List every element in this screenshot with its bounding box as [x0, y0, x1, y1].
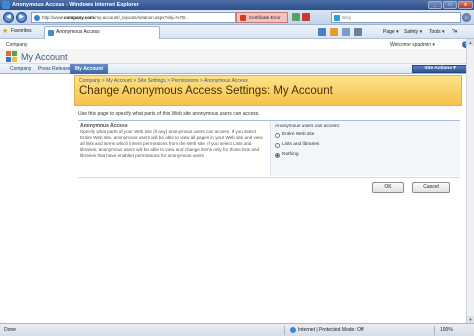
- ie-app-icon: [2, 1, 10, 9]
- site-title[interactable]: My Account: [21, 52, 68, 62]
- browser-tab[interactable]: Anonymous Access: [44, 26, 160, 39]
- window-titlebar: Anonymous Access - Windows Internet Expl…: [0, 0, 474, 10]
- back-button[interactable]: ◀: [3, 12, 14, 23]
- close-button[interactable]: x: [458, 1, 473, 9]
- top-navigation: Company Press Releases My Account Site A…: [0, 64, 474, 74]
- nav-item-press-releases[interactable]: Press Releases: [38, 66, 73, 72]
- tab-page-icon: [48, 30, 54, 36]
- stop-icon[interactable]: [302, 13, 310, 21]
- feeds-icon[interactable]: [330, 28, 338, 36]
- command-bar: ★ Favorites Anonymous Access Page ▾ Safet…: [0, 25, 474, 39]
- global-breadcrumb[interactable]: Company: [6, 42, 27, 48]
- page-description: Use this page to specify what parts of t…: [78, 111, 260, 117]
- radio-nothing[interactable]: [275, 153, 280, 158]
- button-divider: [78, 177, 460, 178]
- breadcrumb[interactable]: Company > My Account > Site Settings > P…: [79, 78, 248, 84]
- bing-icon: [334, 15, 340, 21]
- option-label-entire-web-site[interactable]: Entire Web site: [282, 132, 314, 137]
- option-label-nothing[interactable]: Nothing: [282, 152, 299, 157]
- nav-item-company[interactable]: Company: [10, 66, 31, 72]
- window-title: Anonymous Access - Windows Internet Expl…: [12, 2, 139, 8]
- shield-icon: [240, 15, 246, 21]
- options-panel: Anonymous users can access: Entire Web s…: [270, 121, 460, 176]
- page-title: Change Anonymous Access Settings: My Acc…: [79, 85, 333, 97]
- address-toolbar: ◀ ▶ http://www.company.com/my-account/_l…: [0, 10, 474, 25]
- sharepoint-logo-icon: [6, 51, 18, 62]
- refresh-icon[interactable]: [292, 13, 300, 21]
- favorites-button[interactable]: ★ Favorites: [2, 28, 32, 35]
- welcome-menu[interactable]: Welcome spadmin ▾: [390, 42, 435, 48]
- address-input[interactable]: http://www.company.com/my-account/_layou…: [31, 12, 236, 23]
- section-info: Anonymous Access Specify what parts of y…: [78, 121, 268, 173]
- ok-button[interactable]: OK: [372, 182, 404, 193]
- options-label: Anonymous users can access:: [275, 124, 341, 129]
- forward-button[interactable]: ▶: [16, 12, 27, 23]
- radio-lists-and-libraries[interactable]: [275, 143, 280, 148]
- site-actions-button[interactable]: Site Actions ▾: [412, 65, 468, 73]
- scroll-up-icon[interactable]: ▲: [467, 39, 474, 46]
- search-icon[interactable]: [462, 13, 471, 22]
- help-menu[interactable]: ?▾: [452, 29, 457, 35]
- option-label-lists-and-libraries[interactable]: Lists and libraries: [282, 142, 319, 147]
- safety-menu[interactable]: Safety ▾: [404, 29, 422, 35]
- globe-icon: [290, 327, 296, 333]
- print-icon[interactable]: [354, 28, 362, 36]
- section-description: Specify what parts of your Web site (if …: [80, 129, 263, 158]
- certificate-error-button[interactable]: Certificate Error: [236, 12, 288, 23]
- scroll-down-icon[interactable]: ▼: [467, 316, 474, 323]
- status-bar: Done Internet | Protected Mode: Off 100%: [0, 323, 474, 336]
- home-icon[interactable]: [318, 28, 326, 36]
- zoom-level[interactable]: 100%: [440, 327, 453, 333]
- vertical-scrollbar[interactable]: ▲ ▼: [466, 39, 474, 323]
- mail-icon[interactable]: [342, 28, 350, 36]
- page-menu[interactable]: Page ▾: [383, 29, 399, 35]
- star-icon: ★: [2, 28, 9, 35]
- status-separator: [284, 326, 285, 335]
- site-header: My Account: [0, 49, 474, 64]
- page-icon: [34, 15, 40, 21]
- url-text: http://www.company.com/my-account/_layou…: [42, 15, 189, 20]
- nav-item-my-account[interactable]: My Account: [70, 64, 108, 74]
- minimize-button[interactable]: _: [428, 1, 442, 9]
- radio-entire-web-site[interactable]: [275, 133, 280, 138]
- search-input[interactable]: Bing: [331, 12, 461, 23]
- status-separator: [434, 326, 435, 335]
- status-text: Done: [4, 327, 16, 333]
- tools-menu[interactable]: Tools ▾: [429, 29, 445, 35]
- maximize-button[interactable]: □: [443, 1, 457, 9]
- security-zone[interactable]: Internet | Protected Mode: Off: [290, 327, 364, 333]
- page-title-area: Company > My Account > Site Settings > P…: [74, 75, 462, 106]
- cancel-button[interactable]: Cancel: [412, 182, 450, 193]
